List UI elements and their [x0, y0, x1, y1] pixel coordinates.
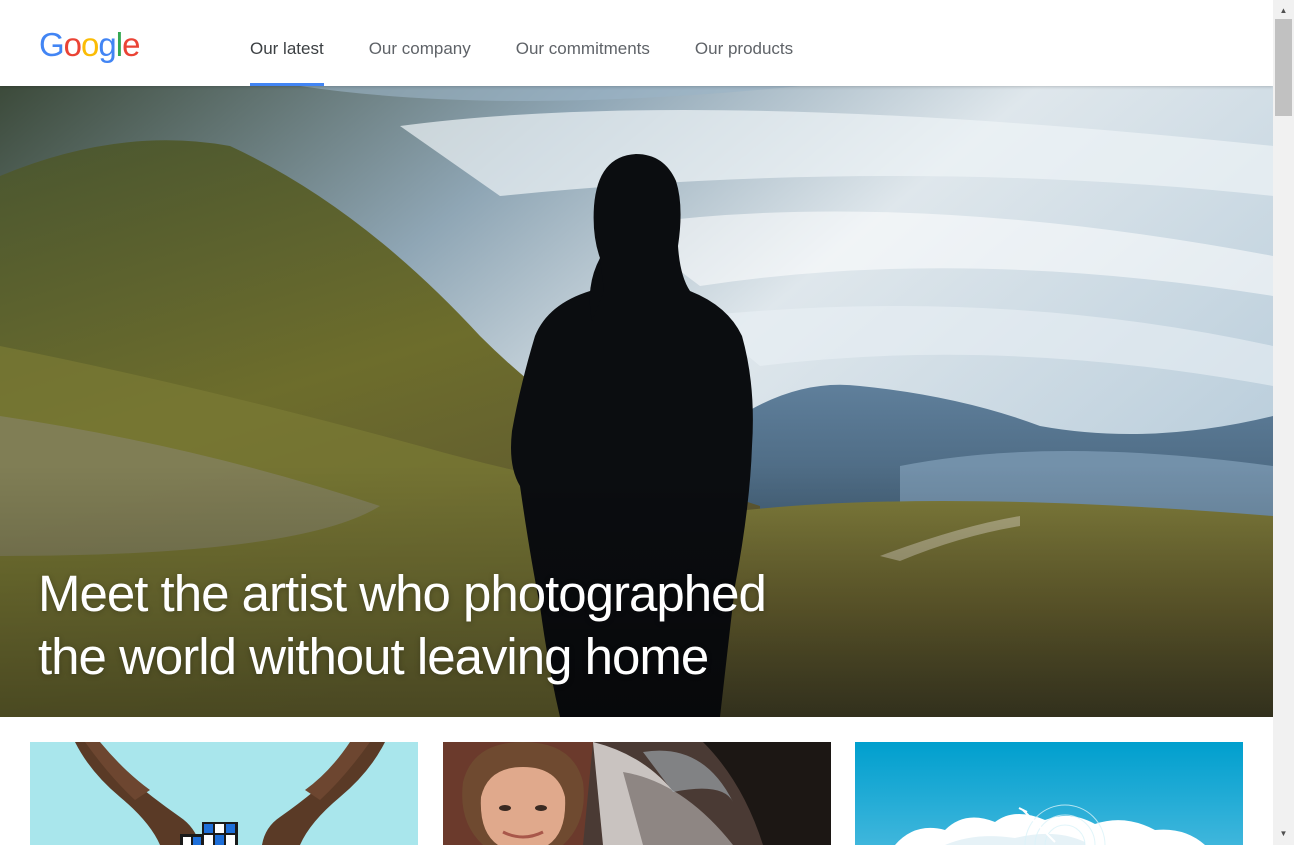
down-arrow-icon[interactable]: ▼ — [1273, 825, 1294, 842]
hero-title-line: Meet the artist who photographed — [38, 565, 767, 622]
logo-letter: g — [98, 26, 116, 63]
story-cards — [30, 742, 1243, 845]
logo-letter: G — [39, 26, 65, 63]
page: Google Our latest Our company Our commit… — [0, 0, 1273, 845]
hero-title[interactable]: Meet the artist who photographed the wor… — [38, 562, 938, 688]
logo-letter: o — [63, 26, 82, 63]
logo-letter: e — [122, 26, 140, 63]
sky-satellite-image — [855, 742, 1243, 845]
google-logo[interactable]: Google — [39, 26, 140, 63]
story-card-woman-portrait[interactable] — [443, 742, 831, 845]
rubiks-cube-image — [30, 742, 418, 845]
nav-our-products[interactable]: Our products — [695, 0, 793, 86]
vertical-scrollbar[interactable]: ▲ ▼ — [1273, 0, 1294, 845]
site-header: Google Our latest Our company Our commit… — [0, 0, 1273, 86]
woman-portrait-image — [443, 742, 831, 845]
story-card-sky-satellite[interactable] — [855, 742, 1243, 845]
up-arrow-icon[interactable]: ▲ — [1273, 2, 1294, 19]
scroll-thumb[interactable] — [1275, 19, 1292, 116]
nav-our-company[interactable]: Our company — [369, 0, 471, 86]
nav-our-commitments[interactable]: Our commitments — [516, 0, 650, 86]
main-nav: Our latest Our company Our commitments O… — [250, 0, 838, 86]
hero-banner[interactable]: Meet the artist who photographed the wor… — [0, 86, 1273, 717]
nav-our-latest[interactable]: Our latest — [250, 0, 324, 86]
hero-title-line: the world without leaving home — [38, 628, 709, 685]
logo-letter: o — [81, 26, 99, 63]
story-card-rubiks-cube[interactable] — [30, 742, 418, 845]
